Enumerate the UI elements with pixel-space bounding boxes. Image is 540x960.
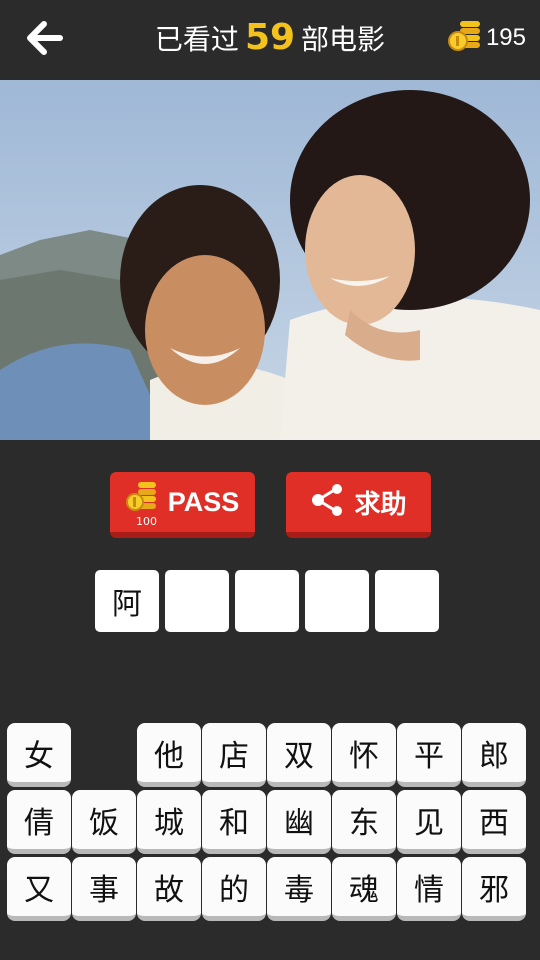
watched-count: 59	[244, 17, 296, 58]
pass-button[interactable]: 100 PASS	[110, 472, 255, 538]
answer-slots: 阿	[95, 570, 439, 632]
char-key[interactable]: 事	[72, 857, 136, 921]
pass-cost: 100	[136, 515, 157, 528]
help-label: 求助	[354, 489, 407, 520]
char-key[interactable]: 饭	[72, 790, 136, 854]
answer-slot[interactable]	[165, 570, 229, 632]
keyboard-row: 倩 饭 城 和 幽 东 见 西	[7, 790, 533, 854]
title-suffix: 部电影	[301, 23, 386, 56]
char-key[interactable]: 西	[462, 790, 526, 854]
char-key[interactable]: 魂	[332, 857, 396, 921]
char-key[interactable]: 他	[137, 723, 201, 787]
char-key[interactable]: 店	[202, 723, 266, 787]
answer-slot[interactable]: 阿	[95, 570, 159, 632]
keyboard-row: 又 事 故 的 毒 魂 情 邪	[7, 857, 533, 921]
char-key[interactable]: 倩	[7, 790, 71, 854]
coin-balance: 195	[447, 19, 526, 57]
char-key[interactable]: 怀	[332, 723, 396, 787]
char-key[interactable]: 又	[7, 857, 71, 921]
char-key[interactable]: 见	[397, 790, 461, 854]
keyboard-row: 女 他 店 双 怀 平 郎	[7, 723, 533, 787]
coin-count: 195	[485, 24, 526, 51]
char-key[interactable]: 平	[397, 723, 461, 787]
char-key[interactable]: 的	[202, 857, 266, 921]
movie-still-image	[0, 80, 540, 440]
char-key[interactable]: 邪	[462, 857, 526, 921]
char-key[interactable]: 情	[397, 857, 461, 921]
char-key[interactable]: 毒	[267, 857, 331, 921]
char-key[interactable]: 郎	[462, 723, 526, 787]
char-key[interactable]: 城	[137, 790, 201, 854]
character-keyboard: 女 他 店 双 怀 平 郎 倩 饭 城 和 幽 东 见 西 又 事 故 的 毒 …	[7, 723, 533, 924]
pass-label: PASS	[167, 486, 240, 517]
answer-slot[interactable]	[305, 570, 369, 632]
top-bar: 已看过 59 部电影 195	[0, 0, 540, 78]
char-key[interactable]: 和	[202, 790, 266, 854]
char-key[interactable]: 幽	[267, 790, 331, 854]
char-key-empty	[72, 723, 136, 787]
char-key[interactable]: 双	[267, 723, 331, 787]
title-prefix: 已看过	[154, 23, 239, 56]
share-icon	[310, 482, 346, 522]
answer-slot[interactable]	[235, 570, 299, 632]
coin-stack-icon	[447, 19, 482, 57]
answer-slot[interactable]	[375, 570, 439, 632]
char-key[interactable]: 女	[7, 723, 71, 787]
char-key[interactable]: 故	[137, 857, 201, 921]
char-key[interactable]: 东	[332, 790, 396, 854]
help-button[interactable]: 求助	[286, 472, 431, 538]
